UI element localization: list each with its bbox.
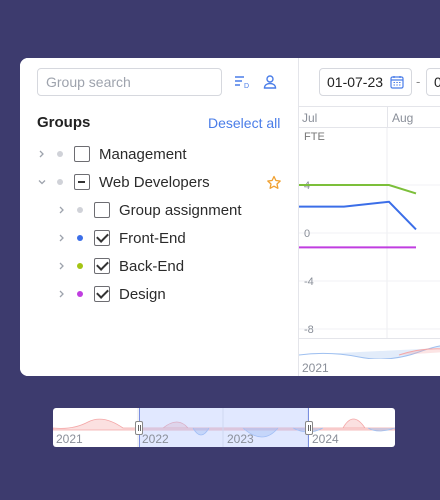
svg-text:D: D [244, 83, 249, 90]
group-checkbox[interactable] [94, 202, 110, 218]
calendar-icon[interactable] [390, 75, 404, 89]
date-range-separator: - [416, 74, 421, 89]
star-icon[interactable] [266, 175, 282, 191]
sort-alpha-icon[interactable]: D [234, 74, 250, 90]
groups-panel: Group search D Groups Deselect all Manag… [20, 58, 298, 376]
group-checkbox[interactable] [94, 286, 110, 302]
mini-overview-chart: 2021 [298, 338, 440, 376]
group-row-management[interactable]: Management [37, 143, 187, 165]
group-color-dot [77, 263, 83, 269]
end-date-value: 0 [434, 74, 440, 90]
deselect-all-link[interactable]: Deselect all [208, 115, 280, 131]
chevron-right-icon[interactable] [57, 261, 67, 271]
group-checkbox[interactable] [74, 146, 90, 162]
month-label: Aug [392, 111, 414, 125]
chart-panel: 01-07-23 - 0 Jul Aug FTE 4 0 -4 -8 2021 [298, 58, 440, 376]
group-label: Group assignment [119, 201, 242, 219]
y-tick-label: -8 [304, 324, 314, 336]
year-label: 2023 [227, 432, 254, 446]
start-date-value: 01-07-23 [327, 74, 384, 90]
chevron-right-icon[interactable] [37, 149, 47, 159]
y-tick-label: -4 [304, 276, 314, 288]
group-label: Back-End [119, 257, 185, 275]
group-checkbox[interactable] [94, 258, 110, 274]
timeline-scroller[interactable]: 2021 2022 2023 2024 [53, 408, 395, 447]
chevron-down-icon[interactable] [37, 177, 47, 187]
group-checkbox[interactable] [94, 230, 110, 246]
group-search-input[interactable]: Group search [37, 68, 222, 96]
group-row-front-end[interactable]: Front-End [57, 227, 186, 249]
group-color-dot [77, 291, 83, 297]
fte-line-chart: FTE 40-4-8 [299, 128, 440, 338]
group-row-design[interactable]: Design [57, 283, 166, 305]
group-label: Front-End [119, 229, 186, 247]
series-line-front-end [299, 200, 417, 231]
chevron-right-icon[interactable] [57, 289, 67, 299]
year-label: 2024 [312, 432, 339, 446]
y-tick-label: 0 [304, 228, 310, 240]
year-label: 2021 [56, 432, 83, 446]
user-icon[interactable] [262, 74, 278, 90]
month-header: Jul Aug [299, 106, 440, 128]
group-label: Design [119, 285, 166, 303]
chevron-right-icon[interactable] [57, 205, 67, 215]
month-label: Jul [302, 111, 318, 125]
group-label: Management [99, 145, 187, 163]
group-label: Web Developers [99, 173, 210, 191]
group-color-dot [57, 179, 63, 185]
main-card: Group search D Groups Deselect all Manag… [20, 58, 440, 376]
series-line-back-end [299, 184, 417, 195]
groups-heading: Groups [37, 114, 91, 131]
group-row-group-assignment[interactable]: Group assignment [57, 199, 242, 221]
end-date-input[interactable]: 0 [426, 68, 440, 96]
group-color-dot [77, 207, 83, 213]
group-color-dot [77, 235, 83, 241]
start-date-input[interactable]: 01-07-23 [319, 68, 412, 96]
group-row-web-developers[interactable]: Web Developers [37, 171, 210, 193]
group-row-back-end[interactable]: Back-End [57, 255, 184, 277]
chevron-right-icon[interactable] [57, 233, 67, 243]
y-axis-title: FTE [304, 131, 325, 143]
year-label: 2022 [142, 432, 169, 446]
group-color-dot [57, 151, 63, 157]
mini-year-label: 2021 [302, 361, 329, 375]
group-checkbox[interactable] [74, 174, 90, 190]
